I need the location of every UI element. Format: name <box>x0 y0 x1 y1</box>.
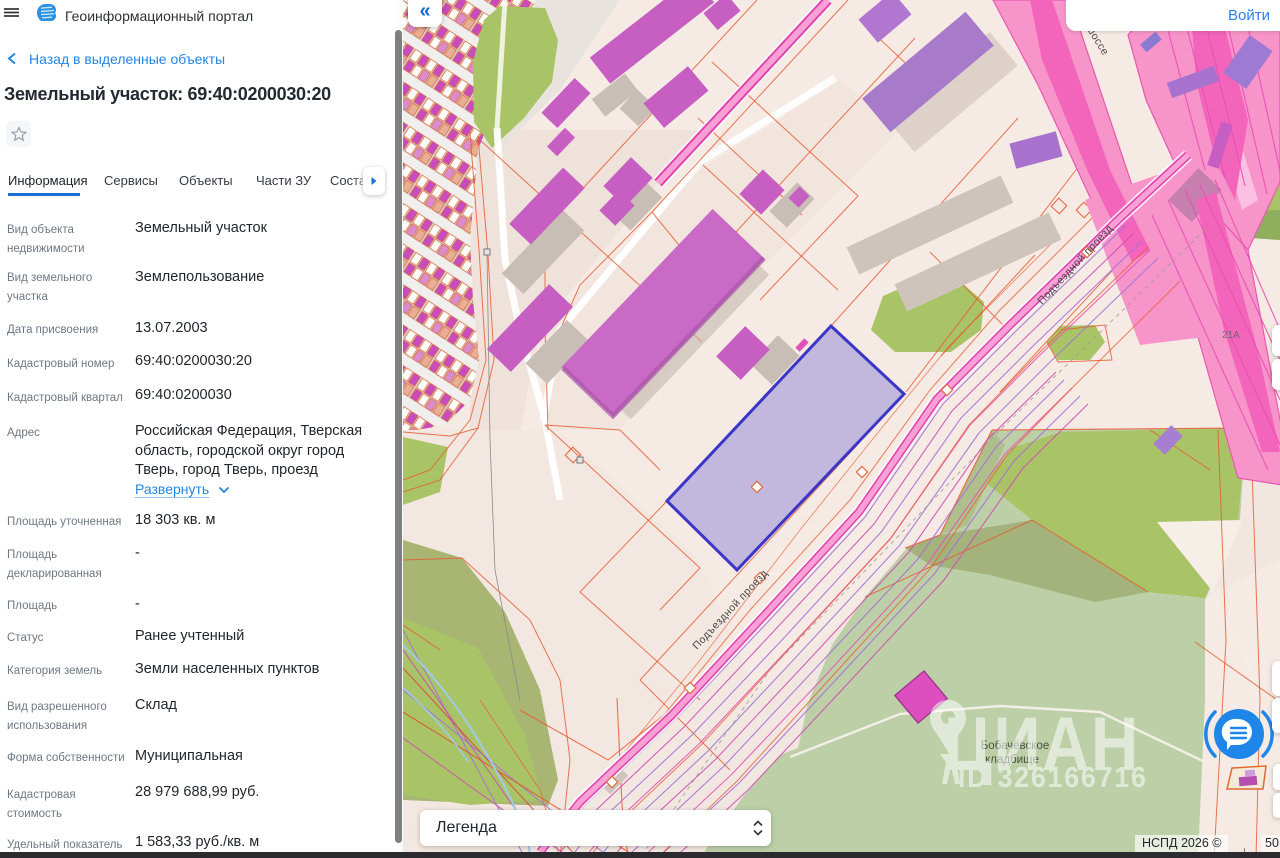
svg-text:21А: 21А <box>1222 330 1240 341</box>
svg-text:ID 326166716: ID 326166716 <box>958 761 1148 793</box>
